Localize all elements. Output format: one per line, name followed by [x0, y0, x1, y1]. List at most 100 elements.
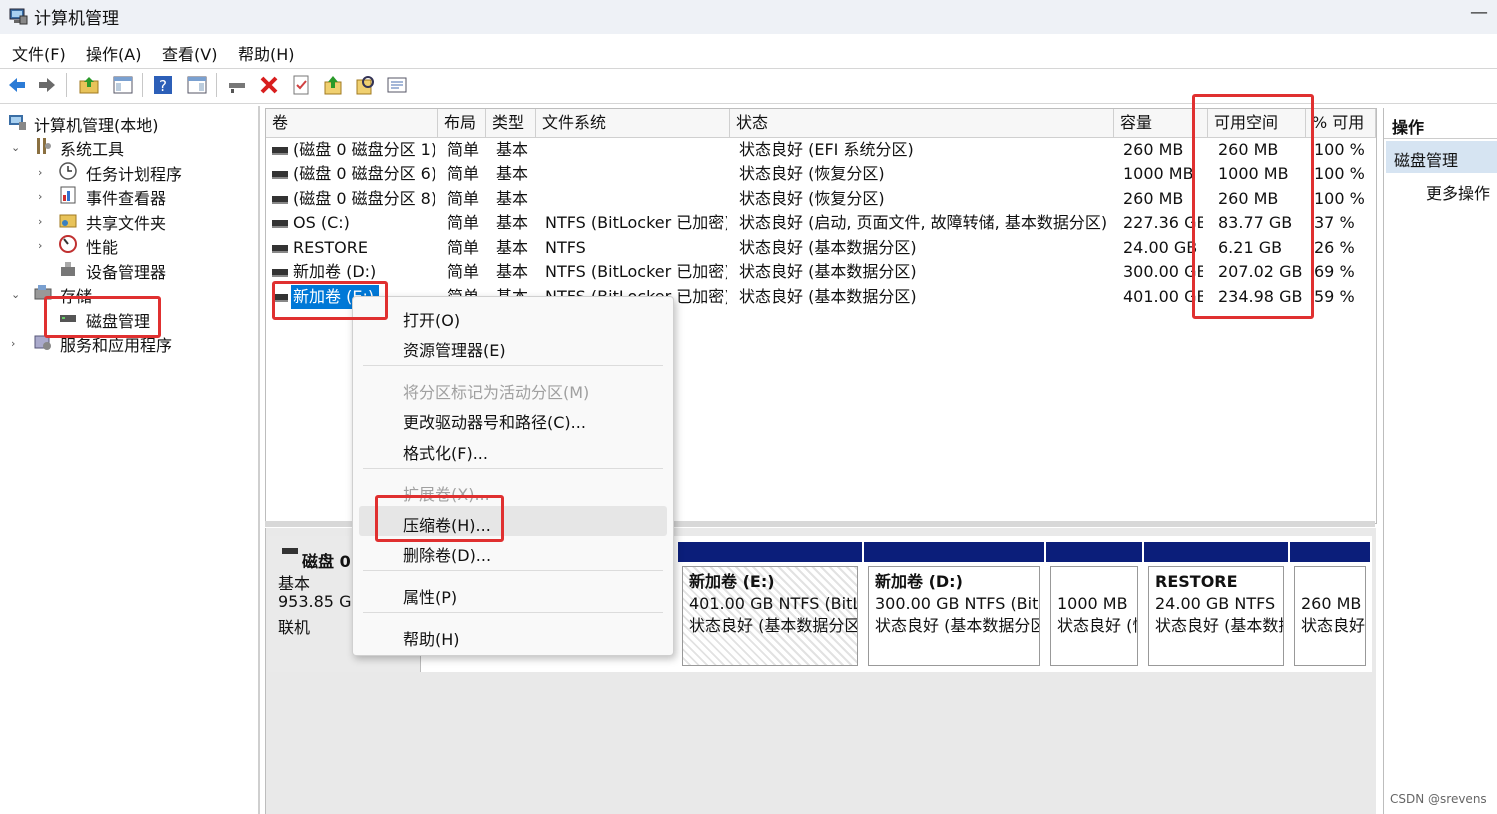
disk-size: 953.85 GB [278, 592, 353, 611]
cell-volume: (磁盘 0 磁盘分区 8) [293, 189, 435, 208]
clock-icon [59, 162, 77, 180]
partition-status: 状态良好 (基本数据分区) [689, 616, 858, 635]
connect-icon[interactable] [226, 74, 248, 96]
cell-status: 状态良好 (基本数据分区) [739, 287, 917, 306]
cell-status: 状态良好 (基本数据分区) [739, 238, 917, 257]
cell-type: 基本 [496, 262, 529, 281]
menu-item-delete[interactable]: 删除卷(D)... [403, 542, 491, 566]
menu-bar: 文件(F) 操作(A) 查看(V) 帮助(H) [0, 36, 1497, 66]
export-icon[interactable] [322, 74, 344, 96]
cell-percent-free: 100 % [1314, 189, 1365, 208]
cell-type: 基本 [496, 238, 529, 257]
partition-restore[interactable]: RESTORE 24.00 GB NTFS 状态良好 (基本数据分区) [1144, 542, 1288, 670]
column-layout[interactable]: 布局 [438, 109, 486, 137]
watermark: CSDN @srevens [1390, 792, 1487, 806]
disk-state: 联机 [278, 618, 311, 637]
cell-status: 状态良好 (启动, 页面文件, 故障转储, 基本数据分区) [739, 213, 1108, 232]
menu-item-help[interactable]: 帮助(H) [403, 626, 460, 650]
search-icon[interactable] [354, 74, 376, 96]
event-viewer-icon [60, 186, 76, 204]
column-volume[interactable]: 卷 [266, 109, 438, 137]
console-tree-icon[interactable] [112, 74, 134, 96]
cell-percent-free: 100 % [1314, 140, 1365, 159]
partition-title: RESTORE [1155, 572, 1238, 591]
disk-type: 基本 [278, 574, 311, 593]
actions-pane: 操作 磁盘管理 更多操作 [1383, 108, 1497, 814]
cell-layout: 简单 [447, 189, 480, 208]
partition-d[interactable]: 新加卷 (D:) 300.00 GB NTFS (BitLocker 已加密) … [864, 542, 1044, 670]
chevron-right-icon[interactable]: › [38, 190, 42, 203]
partition-size: 1000 MB [1057, 594, 1128, 613]
back-arrow-icon[interactable] [6, 74, 28, 96]
context-menu: 打开(O) 资源管理器(E) 将分区标记为活动分区(M) 更改驱动器号和路径(C… [352, 296, 674, 656]
actions-section-disk-management[interactable]: 磁盘管理 [1394, 147, 1458, 171]
cell-status: 状态良好 (基本数据分区) [739, 262, 917, 281]
partition-title: 新加卷 (D:) [875, 572, 963, 591]
cell-filesystem: NTFS (BitLocker 已加密) [545, 213, 727, 232]
cell-layout: 简单 [447, 262, 480, 281]
partition-size: 260 MB [1301, 594, 1362, 613]
annotation-box-free-space [1192, 94, 1314, 319]
svg-text:?: ? [159, 77, 167, 95]
cell-type: 基本 [496, 213, 529, 232]
tree-item-performance[interactable]: 性能 [86, 234, 118, 258]
checklist-icon[interactable] [290, 74, 312, 96]
actions-header: 操作 [1392, 118, 1425, 137]
cell-capacity: 227.36 GB [1123, 213, 1203, 232]
column-type[interactable]: 类型 [486, 109, 536, 137]
chevron-down-icon[interactable]: ⌄ [11, 288, 20, 301]
chevron-right-icon[interactable]: › [38, 239, 42, 252]
cell-filesystem: NTFS [545, 238, 586, 257]
chevron-right-icon[interactable]: › [38, 166, 42, 179]
help-icon[interactable]: ? [152, 74, 174, 96]
forward-arrow-icon[interactable] [36, 74, 58, 96]
tree-item-system-tools[interactable]: 系统工具 [60, 136, 124, 160]
chevron-down-icon[interactable]: ⌄ [11, 141, 20, 154]
menu-item-mark-active: 将分区标记为活动分区(M) [403, 383, 590, 402]
disk-icon [282, 548, 298, 554]
up-folder-icon[interactable] [78, 74, 100, 96]
chevron-right-icon[interactable]: › [38, 215, 42, 228]
tree-item-task-scheduler[interactable]: 任务计划程序 [86, 161, 182, 185]
menu-action[interactable]: 操作(A) [86, 41, 141, 65]
partition-recovery-260[interactable]: 260 MB 状态良好 (恢复分区) [1290, 542, 1370, 670]
menu-item-properties[interactable]: 属性(P) [403, 584, 457, 608]
column-status[interactable]: 状态 [730, 109, 1114, 137]
cell-percent-free: 59 % [1314, 287, 1355, 306]
chevron-right-icon[interactable]: › [11, 337, 15, 350]
menu-item-change-letter[interactable]: 更改驱动器号和路径(C)... [403, 409, 586, 433]
menu-item-format[interactable]: 格式化(F)... [403, 440, 488, 464]
minimize-button[interactable]: — [1470, 2, 1488, 23]
partition-status: 状态良好 (基本数据分区) [1155, 616, 1283, 635]
tree-item-device-manager[interactable]: 设备管理器 [86, 259, 166, 283]
partition-recovery-1000[interactable]: 1000 MB 状态良好 (恢复分区) [1046, 542, 1142, 670]
cell-volume: RESTORE [293, 238, 368, 257]
tree-item-event-viewer[interactable]: 事件查看器 [86, 185, 166, 209]
volume-icon [272, 245, 288, 253]
cell-percent-free: 100 % [1314, 164, 1365, 183]
tree-item-shared-folders[interactable]: 共享文件夹 [86, 210, 166, 234]
menu-file[interactable]: 文件(F) [12, 41, 66, 65]
delete-icon[interactable] [258, 74, 280, 96]
partition-size: 401.00 GB NTFS (BitLocker 已加密) [689, 594, 858, 613]
partition-e[interactable]: 新加卷 (E:) 401.00 GB NTFS (BitLocker 已加密) … [678, 542, 862, 670]
show-pane-icon[interactable] [186, 74, 208, 96]
partition-size: 24.00 GB NTFS [1155, 594, 1276, 613]
partition-size: 300.00 GB NTFS (BitLocker 已加密) [875, 594, 1039, 613]
more-actions-link[interactable]: 更多操作 [1426, 180, 1490, 204]
tree-item-root[interactable]: 计算机管理(本地) [34, 112, 159, 136]
properties-icon[interactable] [386, 74, 408, 96]
menu-item-explorer[interactable]: 资源管理器(E) [403, 337, 506, 361]
cell-status: 状态良好 (恢复分区) [739, 164, 885, 183]
system-tools-icon [37, 138, 51, 154]
column-filesystem[interactable]: 文件系统 [536, 109, 730, 137]
menu-view[interactable]: 查看(V) [162, 41, 217, 65]
cell-status: 状态良好 (EFI 系统分区) [739, 140, 914, 159]
column-percent-free[interactable]: % 可用 [1306, 109, 1376, 137]
menu-help[interactable]: 帮助(H) [238, 41, 295, 65]
menu-item-open[interactable]: 打开(O) [403, 307, 460, 331]
cell-percent-free: 69 % [1314, 262, 1355, 281]
performance-icon [59, 235, 77, 253]
computer-management-icon [9, 115, 26, 130]
partition-title: 新加卷 (E:) [689, 572, 775, 591]
